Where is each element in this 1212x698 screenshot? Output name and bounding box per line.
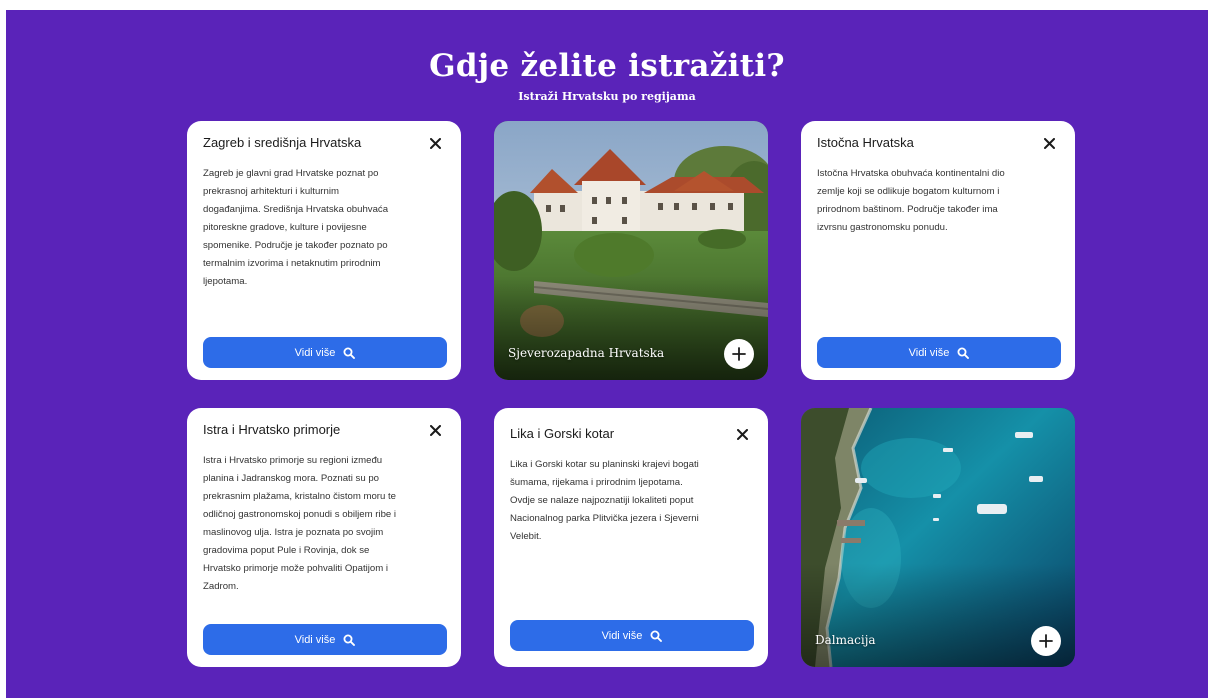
search-icon	[343, 347, 356, 359]
close-button[interactable]	[730, 422, 754, 446]
close-icon	[429, 137, 441, 149]
see-more-label: Vidi više	[294, 346, 336, 359]
region-card-zagreb: Zagreb i središnja Hrvatska Zagreb je gl…	[187, 121, 461, 380]
close-icon	[736, 428, 748, 440]
expand-button[interactable]	[724, 339, 754, 369]
close-button[interactable]	[423, 131, 447, 155]
region-card-title: Zagreb i središnja Hrvatska	[203, 135, 362, 150]
page-subtitle: Istraži Hrvatsku po regijama	[518, 90, 696, 103]
plus-icon	[732, 347, 746, 361]
region-card-title: Dalmacija	[815, 633, 876, 647]
region-card-description: Lika i Gorski kotar su planinski krajevi…	[510, 459, 699, 542]
close-icon	[429, 424, 441, 436]
search-icon	[650, 630, 663, 642]
region-card-description: Istočna Hrvatska obuhvaća kontinentalni …	[817, 168, 1005, 233]
expand-button[interactable]	[1031, 626, 1061, 656]
regions-section: Gdje želite istražiti? Istraži Hrvatsku …	[6, 10, 1208, 698]
region-card-sjeverozapadna[interactable]: Sjeverozapadna Hrvatska	[494, 121, 768, 380]
region-card-dalmacija[interactable]: Dalmacija	[801, 408, 1075, 667]
region-card-lika: Lika i Gorski kotar Lika i Gorski kotar …	[494, 408, 768, 667]
see-more-button[interactable]: Vidi više	[203, 624, 447, 655]
coast-photo	[801, 408, 1075, 667]
see-more-button[interactable]: Vidi više	[510, 620, 754, 651]
region-card-title: Istra i Hrvatsko primorje	[203, 422, 341, 437]
region-card-istocna: Istočna Hrvatska Istočna Hrvatska obuhva…	[801, 121, 1075, 380]
see-more-label: Vidi više	[908, 346, 950, 359]
page-title: Gdje želite istražiti?	[429, 48, 785, 84]
castle-photo	[494, 121, 768, 380]
search-icon	[957, 347, 970, 359]
see-more-label: Vidi više	[294, 633, 336, 646]
region-card-title: Istočna Hrvatska	[817, 135, 914, 150]
see-more-button[interactable]: Vidi više	[203, 337, 447, 368]
region-card-title: Lika i Gorski kotar	[510, 426, 615, 441]
region-card-istra: Istra i Hrvatsko primorje Istra i Hrvats…	[187, 408, 461, 667]
close-icon	[1043, 137, 1055, 149]
plus-icon	[1039, 634, 1053, 648]
close-button[interactable]	[1037, 131, 1061, 155]
see-more-label: Vidi više	[601, 629, 643, 642]
region-card-description: Istra i Hrvatsko primorje su regioni izm…	[203, 455, 397, 592]
search-icon	[343, 634, 356, 646]
region-card-title: Sjeverozapadna Hrvatska	[508, 346, 665, 360]
see-more-button[interactable]: Vidi više	[817, 337, 1061, 368]
close-button[interactable]	[423, 418, 447, 442]
region-card-description: Zagreb je glavni grad Hrvatske poznat po…	[203, 168, 389, 287]
